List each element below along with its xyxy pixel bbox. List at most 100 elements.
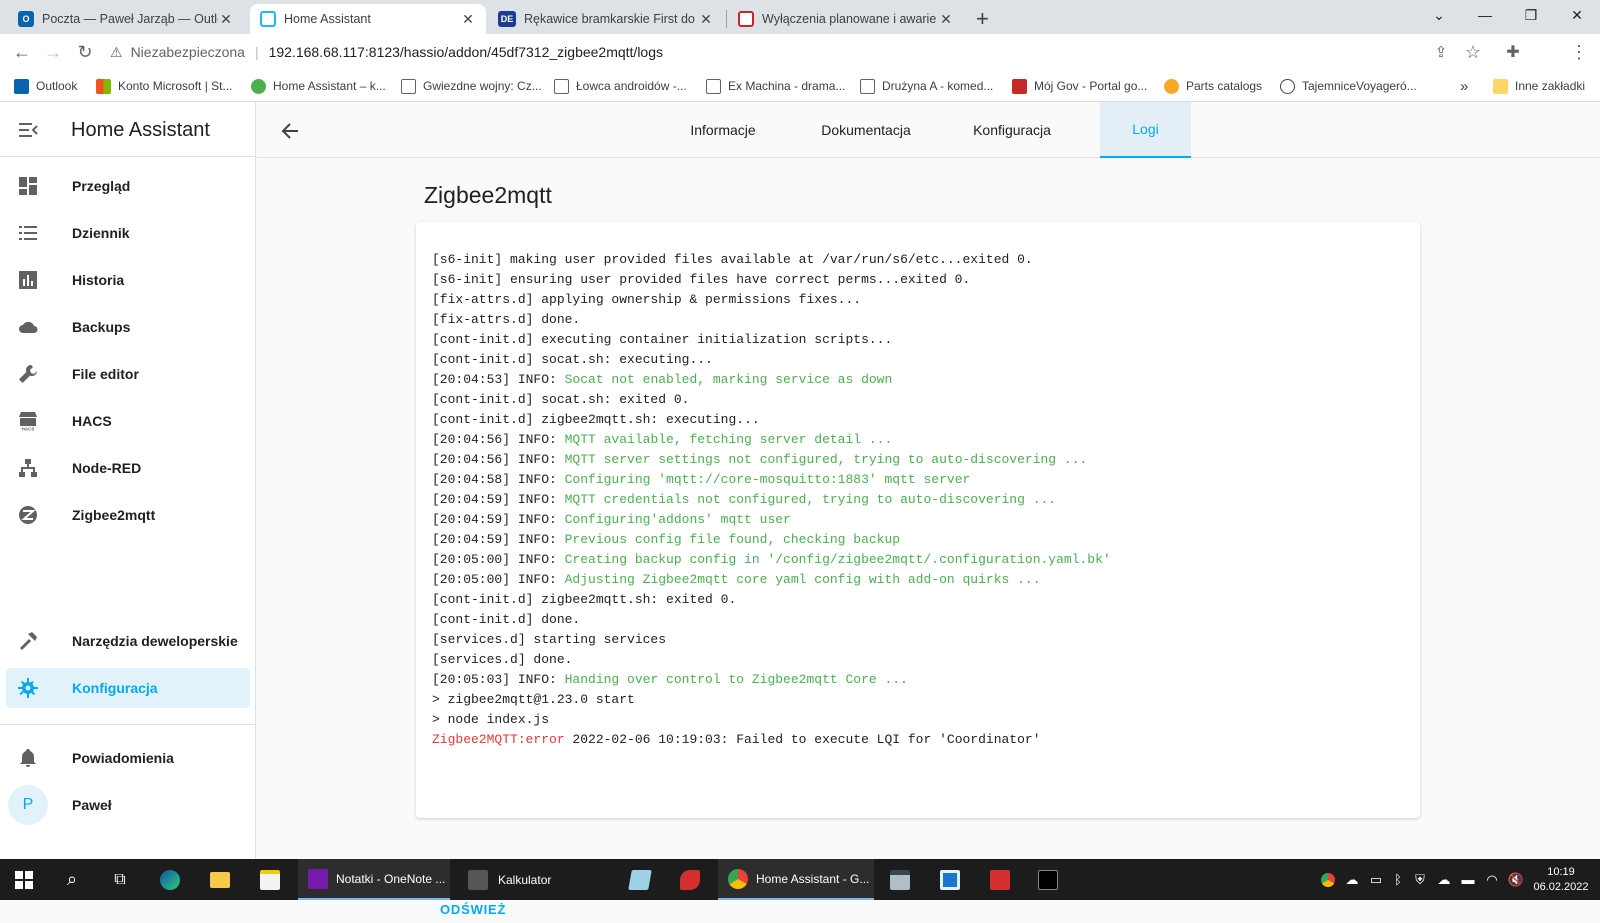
back-button[interactable]: ← [9,40,35,64]
browser-tab-rekawice[interactable]: DE Rękawice bramkarskie First do pi ✕ [488,4,724,34]
bookmark-parts-catalogs[interactable]: Parts catalogs [1164,76,1262,96]
log-line: [20:04:59] INFO: Previous config file fo… [432,530,1412,550]
share-button[interactable]: ⇪ [1428,40,1454,64]
bookmark-microsoft[interactable]: Konto Microsoft | St... [96,76,233,96]
tray-bluetooth[interactable]: ᛒ [1388,859,1408,900]
taskbar-app-kalkulator[interactable]: Kalkulator [458,859,608,900]
tray-volume[interactable]: 🔇 [1506,859,1526,900]
extensions-button[interactable]: ✚ [1500,40,1526,64]
sidebar-item-user[interactable]: P Paweł [6,785,250,825]
tab-title: Poczta — Paweł Jarząb — Outlo [42,12,218,26]
bookmark-druzyna-a[interactable]: Drużyna A - komed... [860,76,993,96]
edge-button[interactable] [156,859,184,900]
browser-tab-wylaczenia[interactable]: Wyłączenia planowane i awarie | ✕ [728,4,964,34]
bookmark-ex-machina[interactable]: Ex Machina - drama... [706,76,845,96]
close-window-button[interactable]: ✕ [1554,0,1600,30]
restore-button[interactable]: ❐ [1508,0,1554,30]
search-button[interactable]: ⌕ [58,859,86,900]
tray-wifi[interactable]: ◠ [1482,859,1502,900]
sidebar-item-przeglad[interactable]: Przegląd [6,166,250,206]
log-line: [fix-attrs.d] applying ownership & permi… [432,290,1412,310]
bookmark-star-button[interactable]: ☆ [1460,40,1486,64]
bookmarks-bar: Outlook Konto Microsoft | St... Home Ass… [0,70,1600,102]
bookmark-moj-gov[interactable]: Mój Gov - Portal go... [1012,76,1147,96]
tab-konfiguracja[interactable]: Konfiguracja [947,102,1077,158]
volume-muted-icon: 🔇 [1507,871,1525,887]
bookmark-tajemnice-voyagero[interactable]: TajemniceVoyageró... [1280,76,1417,96]
new-tab-button[interactable]: + [968,4,1004,34]
tray-chrome[interactable] [1318,859,1338,900]
tray-battery[interactable]: ▬ [1458,859,1478,900]
taskbar-app-onenote[interactable]: Notatki - OneNote ... [298,859,450,900]
reload-button[interactable]: ↻ [72,40,98,64]
back-button[interactable] [277,118,303,144]
refresh-button[interactable]: ODŚWIEŻ [432,896,514,923]
log-message: Configuring'addons' mqtt user [564,512,791,527]
close-icon: ✕ [1571,6,1583,23]
bookmark-gwiezdne-wojny[interactable]: Gwiezdne wojny: Cz... [401,76,542,96]
sidebar-item-hacs[interactable]: HACS HACS [6,401,250,441]
close-icon[interactable]: ✕ [218,11,234,28]
sidebar-item-label: HACS [72,413,112,429]
sidebar-item-dziennik[interactable]: Dziennik [6,213,250,253]
sidebar-item-label: Powiadomienia [72,750,174,766]
tray-defender[interactable]: ⛨ [1410,859,1430,900]
log-message: MQTT credentials not configured, trying … [564,492,1057,507]
close-icon[interactable]: ✕ [938,11,954,28]
omnibox[interactable]: ⚠ Niezabezpieczona | 192.168.68.117:8123… [110,38,1490,66]
taskbar-app-chrome[interactable]: Home Assistant - G... [718,859,874,900]
taskbar-app-remote[interactable] [936,859,964,900]
taskbar-app-acrobat[interactable] [986,859,1014,900]
bookmark-label: Home Assistant – k... [273,79,386,93]
tab-search-button[interactable]: ⌄ [1416,0,1462,30]
taskbar-app-notes[interactable] [626,859,654,900]
log-prefix: [20:04:56] INFO: [432,432,565,447]
sidebar-item-developer-tools[interactable]: Narzędzia deweloperskie [6,621,250,661]
taskbar-app-paint[interactable] [676,859,704,900]
sidebar-item-node-red[interactable]: Node-RED [6,448,250,488]
log-line: [s6-init] making user provided files ava… [432,250,1412,270]
task-view-button[interactable]: ⧉ [106,859,134,900]
tab-informacje[interactable]: Informacje [668,102,778,158]
minimize-button[interactable]: — [1462,0,1508,30]
sidebar-item-historia[interactable]: Historia [6,260,250,300]
store-button[interactable] [256,859,284,900]
tab-title: Rękawice bramkarskie First do pi [524,12,698,26]
tab-title: Home Assistant [284,12,371,26]
start-button[interactable] [10,859,38,900]
tab-logi[interactable]: Logi [1100,102,1191,158]
log-card: [s6-init] making user provided files ava… [416,222,1420,917]
explorer-button[interactable] [206,859,234,900]
log-prefix: Zigbee2MQTT:error [432,732,565,747]
bookmark-outlook[interactable]: Outlook [14,76,77,96]
page-icon [706,78,721,94]
taskbar-app-terminal[interactable] [886,859,914,900]
energy-site-icon [738,11,754,27]
bookmark-lowca-androidow[interactable]: Łowca androidów -... [554,76,687,96]
chevron-down-icon: ⌄ [1433,6,1445,23]
browser-tab-home-assistant[interactable]: Home Assistant ✕ [250,4,486,34]
bookmark-home-assistant[interactable]: Home Assistant – k... [251,76,386,96]
sidebar-item-file-editor[interactable]: File editor [6,354,250,394]
page-icon [401,78,416,94]
other-bookmarks-folder[interactable]: Inne zakładki [1493,76,1585,96]
clock[interactable]: 10:19 06.02.2022 [1528,859,1594,900]
taskbar-app-terminal2[interactable] [1034,859,1062,900]
tray-onedrive[interactable]: ☁ [1434,859,1454,900]
menu-toggle-button[interactable] [18,120,38,140]
more-bookmarks-button[interactable]: » [1460,76,1468,96]
tray-monitor[interactable]: ▭ [1366,859,1386,900]
log-line: [20:05:03] INFO: Handing over control to… [432,670,1412,690]
forward-button[interactable]: → [40,40,66,64]
browser-tab-outlook[interactable]: O Poczta — Paweł Jarząb — Outlo ✕ [8,4,244,34]
url-text[interactable]: 192.168.68.117:8123/hassio/addon/45df731… [269,44,663,60]
sidebar-item-konfiguracja[interactable]: Konfiguracja [6,668,250,708]
sidebar-item-notifications[interactable]: Powiadomienia [6,738,250,778]
close-icon[interactable]: ✕ [460,11,476,28]
sidebar-item-backups[interactable]: Backups [6,307,250,347]
tray-cloud[interactable]: ☁ [1342,859,1362,900]
close-icon[interactable]: ✕ [698,11,714,28]
browser-menu-button[interactable]: ⋮ [1566,40,1592,64]
sidebar-item-zigbee2mqtt[interactable]: Zigbee2mqtt [6,495,250,535]
tab-dokumentacja[interactable]: Dokumentacja [798,102,934,158]
